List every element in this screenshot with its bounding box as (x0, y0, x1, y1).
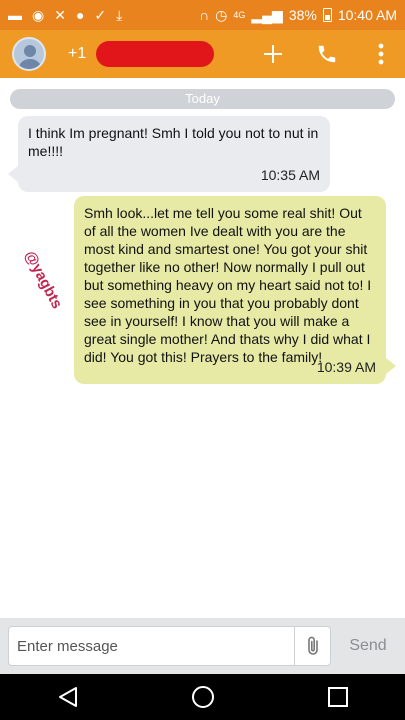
contact-avatar[interactable] (12, 37, 46, 71)
signal-icon: ▂▄▆ (251, 6, 283, 23)
more-icon[interactable] (369, 42, 393, 66)
phone-icon[interactable] (315, 42, 339, 66)
battery-icon (322, 8, 332, 22)
message-thread[interactable]: Today I think Im pregnant! Smh I told yo… (0, 78, 405, 618)
recents-icon[interactable] (318, 682, 358, 712)
app-bar: +1 (0, 30, 405, 78)
chat-icon: ● (75, 7, 85, 23)
alarm-icon: ◷ (215, 6, 228, 23)
incoming-message[interactable]: I think Im pregnant! Smh I told you not … (8, 116, 330, 192)
back-icon[interactable] (48, 682, 88, 712)
clock: 10:40 AM (337, 7, 397, 23)
status-indicators: ∩ ◷ 4G ▂▄▆ 38% 10:40 AM (199, 7, 397, 24)
missed-call-icon: ✕ (54, 7, 66, 23)
notification-icon: ▬ (8, 7, 22, 23)
date-divider: Today (10, 89, 395, 109)
message-time: 10:39 AM (316, 359, 376, 375)
home-icon[interactable] (183, 682, 223, 712)
attach-icon[interactable] (294, 627, 330, 665)
network-label: 4G (233, 10, 246, 20)
notification-icons: ▬ ◉ ✕ ● ✓ ⤓ (8, 8, 122, 22)
message-input-wrap (8, 626, 331, 666)
contact-prefix: +1 (68, 45, 87, 62)
app-actions (261, 42, 393, 66)
battery-percent: 38% (288, 7, 317, 23)
download-icon: ⤓ (116, 7, 123, 23)
message-text: I think Im pregnant! Smh I told you not … (28, 125, 319, 159)
check-icon: ✓ (94, 7, 107, 23)
outgoing-message[interactable]: Smh look...let me tell you some real shi… (74, 196, 396, 384)
message-time: 10:35 AM (260, 167, 320, 183)
headset-icon: ∩ (199, 7, 210, 23)
messenger-icon: ◉ (32, 7, 45, 23)
status-bar: ▬ ◉ ✕ ● ✓ ⤓ ∩ ◷ 4G ▂▄▆ 38% 10:40 AM (0, 0, 405, 30)
redacted-number (96, 41, 215, 67)
message-input[interactable] (9, 627, 294, 665)
send-button[interactable]: Send (339, 626, 397, 666)
contact-name[interactable]: +1 (68, 41, 215, 67)
add-icon[interactable] (261, 42, 285, 66)
composer: Send (0, 618, 405, 674)
message-text: Smh look...let me tell you some real shi… (84, 205, 372, 365)
nav-bar (0, 674, 405, 720)
watermark: @yagbts (20, 248, 66, 312)
